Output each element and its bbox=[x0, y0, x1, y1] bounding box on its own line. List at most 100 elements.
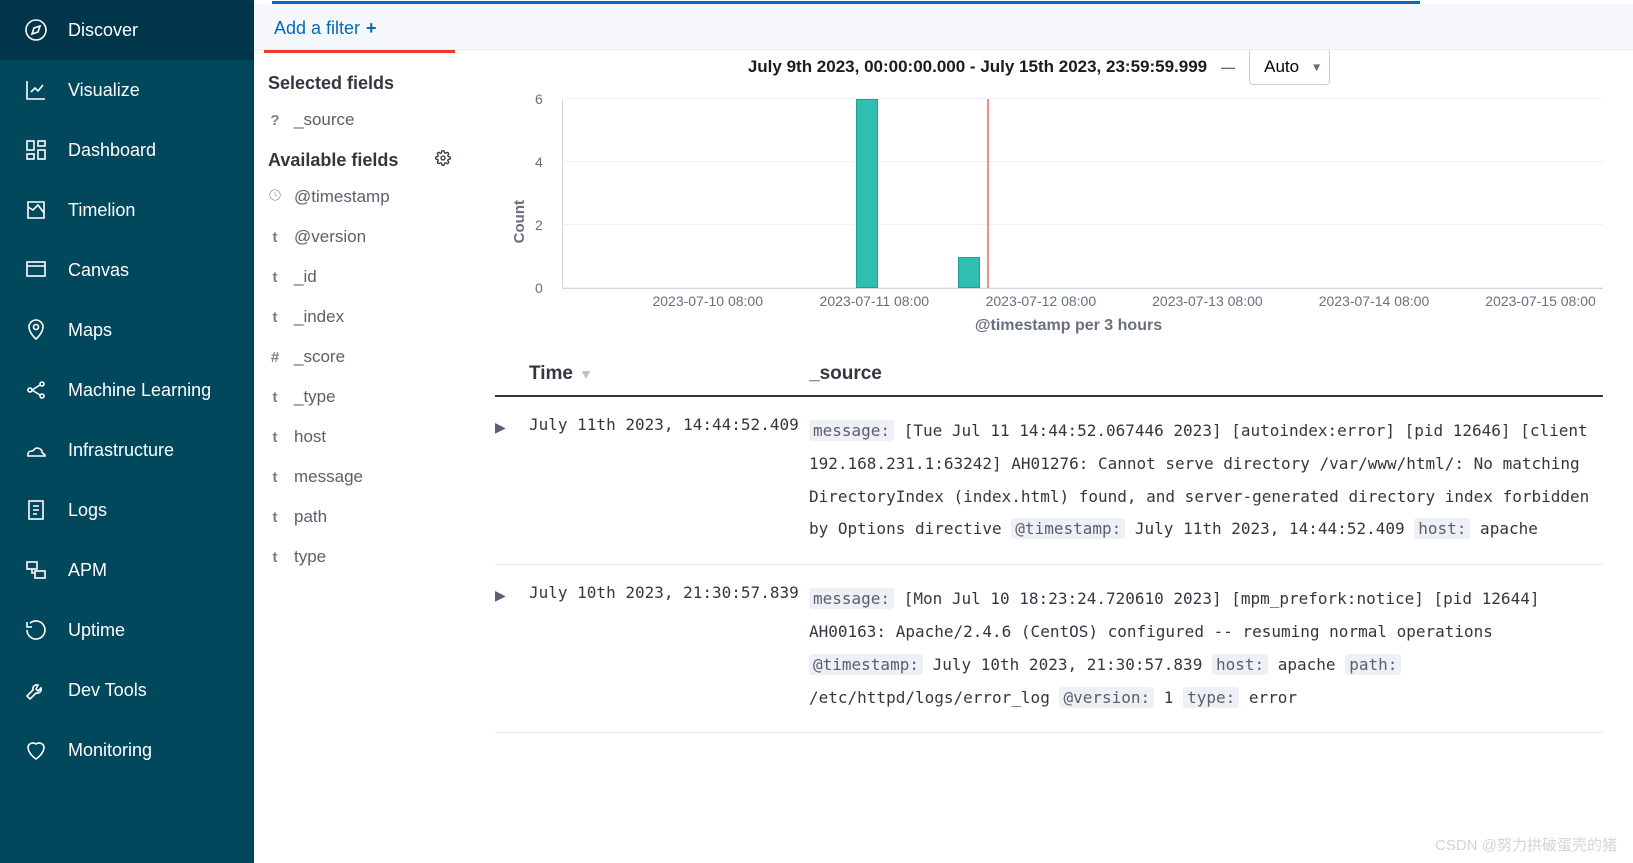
nav-item-discover[interactable]: Discover bbox=[0, 0, 254, 60]
x-axis-label: @timestamp per 3 hours bbox=[534, 311, 1603, 345]
nav-label: Infrastructure bbox=[68, 440, 174, 461]
field-type[interactable]: ttype bbox=[254, 537, 465, 577]
nav-label: Timelion bbox=[68, 200, 135, 221]
devtools-icon bbox=[24, 678, 48, 702]
time-range-label: July 9th 2023, 00:00:00.000 - July 15th … bbox=[748, 57, 1207, 77]
field-name: path bbox=[294, 507, 327, 527]
time-column-header[interactable]: Time ▼ bbox=[529, 363, 809, 385]
nav-label: Discover bbox=[68, 20, 138, 41]
histogram-chart: Count 0246 2023-07-10 08:002023-07-11 08… bbox=[475, 89, 1603, 345]
canvas-icon bbox=[24, 258, 48, 282]
y-tick: 6 bbox=[535, 91, 543, 107]
nav-label: APM bbox=[68, 560, 107, 581]
source-column-header[interactable]: _source bbox=[809, 363, 1603, 385]
table-row: ▶July 11th 2023, 14:44:52.409message: [T… bbox=[495, 397, 1603, 565]
nav-label: Canvas bbox=[68, 260, 129, 281]
field-type-icon: t bbox=[268, 469, 282, 486]
nav-item-maps[interactable]: Maps bbox=[0, 300, 254, 360]
nav-label: Visualize bbox=[68, 80, 140, 101]
nav-item-dev-tools[interactable]: Dev Tools bbox=[0, 660, 254, 720]
y-tick: 0 bbox=[535, 280, 543, 296]
field-name: @timestamp bbox=[294, 187, 390, 207]
field-name: @version bbox=[294, 227, 366, 247]
y-tick: 4 bbox=[535, 154, 543, 170]
timelion-icon bbox=[24, 198, 48, 222]
maps-icon bbox=[24, 318, 48, 342]
source-key: @timestamp: bbox=[1011, 518, 1125, 539]
nav-item-canvas[interactable]: Canvas bbox=[0, 240, 254, 300]
field-type-icon: # bbox=[268, 349, 282, 366]
main-area: Add a filter + apache_error-* ▼ Selected… bbox=[254, 0, 1633, 863]
nav-item-timelion[interactable]: Timelion bbox=[0, 180, 254, 240]
field-_index[interactable]: t_index bbox=[254, 297, 465, 337]
dashboard-icon bbox=[24, 138, 48, 162]
nav-label: Dev Tools bbox=[68, 680, 147, 701]
time-marker-line bbox=[987, 99, 989, 288]
expand-row-icon[interactable]: ▶ bbox=[495, 583, 529, 604]
field-_type[interactable]: t _type bbox=[254, 377, 465, 417]
field-_source[interactable]: ? _source bbox=[254, 100, 465, 140]
field-name: _type bbox=[294, 387, 336, 407]
results-panel: ❮ July 9th 2023, 00:00:00.000 - July 15t… bbox=[465, 50, 1633, 863]
field-type-icon: t bbox=[268, 389, 282, 406]
x-tick: 2023-07-15 08:00 bbox=[1485, 293, 1596, 309]
field-name: _id bbox=[294, 267, 317, 287]
field-@timestamp[interactable]: @timestamp bbox=[254, 177, 465, 217]
field-name: type bbox=[294, 547, 326, 567]
selected-fields-title: Selected fields bbox=[254, 63, 465, 100]
ml-icon bbox=[24, 378, 48, 402]
source-key: host: bbox=[1212, 654, 1268, 675]
field-type-icon: t bbox=[268, 269, 282, 286]
y-axis-label: Count bbox=[505, 200, 534, 243]
field-name: _score bbox=[294, 347, 345, 367]
results-table: Time ▼ _source ▶July 11th 2023, 14:44:52… bbox=[475, 345, 1603, 733]
field-_id[interactable]: t _id bbox=[254, 257, 465, 297]
infra-icon bbox=[24, 438, 48, 462]
field-host[interactable]: thost bbox=[254, 417, 465, 457]
nav-label: Logs bbox=[68, 500, 107, 521]
plot-area[interactable]: 0246 bbox=[562, 99, 1603, 289]
field-name: _index bbox=[294, 307, 344, 327]
add-filter-button[interactable]: Add a filter + bbox=[274, 18, 377, 39]
histogram-bar[interactable] bbox=[856, 99, 878, 288]
nav-item-machine-learning[interactable]: Machine Learning bbox=[0, 360, 254, 420]
nav-item-dashboard[interactable]: Dashboard bbox=[0, 120, 254, 180]
y-tick: 2 bbox=[535, 217, 543, 233]
sort-desc-icon: ▼ bbox=[579, 366, 593, 382]
expand-row-icon[interactable]: ▶ bbox=[495, 415, 529, 436]
field-name: _source bbox=[294, 110, 354, 130]
index-pattern-select[interactable]: apache_error-* ▼ bbox=[264, 50, 455, 53]
cell-source: message: [Mon Jul 10 18:23:24.720610 202… bbox=[809, 583, 1603, 714]
dash-label: — bbox=[1221, 59, 1235, 75]
field-type-icon: t bbox=[268, 429, 282, 446]
field-_score[interactable]: # _score bbox=[254, 337, 465, 377]
nav-label: Machine Learning bbox=[68, 380, 211, 401]
compass-icon bbox=[24, 18, 48, 42]
nav-item-visualize[interactable]: Visualize bbox=[0, 60, 254, 120]
gear-icon[interactable] bbox=[435, 150, 451, 171]
available-fields-title: Available fields bbox=[268, 150, 398, 171]
nav-item-infrastructure[interactable]: Infrastructure bbox=[0, 420, 254, 480]
field-type-icon: ? bbox=[268, 112, 282, 129]
nav-item-logs[interactable]: Logs bbox=[0, 480, 254, 540]
interval-select[interactable]: Auto bbox=[1249, 50, 1330, 85]
apm-icon bbox=[24, 558, 48, 582]
logs-icon bbox=[24, 498, 48, 522]
field-message[interactable]: tmessage bbox=[254, 457, 465, 497]
table-row: ▶July 10th 2023, 21:30:57.839message: [M… bbox=[495, 565, 1603, 733]
nav-item-uptime[interactable]: Uptime bbox=[0, 600, 254, 660]
source-key: message: bbox=[809, 588, 894, 609]
field-path[interactable]: tpath bbox=[254, 497, 465, 537]
field-type-icon: t bbox=[268, 509, 282, 526]
field-@version[interactable]: t@version bbox=[254, 217, 465, 257]
histogram-bar[interactable] bbox=[958, 257, 980, 289]
x-axis: 2023-07-10 08:002023-07-11 08:002023-07-… bbox=[562, 289, 1603, 311]
cell-time: July 10th 2023, 21:30:57.839 bbox=[529, 583, 809, 602]
nav-item-monitoring[interactable]: Monitoring bbox=[0, 720, 254, 780]
x-tick: 2023-07-10 08:00 bbox=[652, 293, 763, 309]
x-tick: 2023-07-14 08:00 bbox=[1319, 293, 1430, 309]
nav-label: Dashboard bbox=[68, 140, 156, 161]
nav-item-apm[interactable]: APM bbox=[0, 540, 254, 600]
uptime-icon bbox=[24, 618, 48, 642]
cell-time: July 11th 2023, 14:44:52.409 bbox=[529, 415, 809, 434]
